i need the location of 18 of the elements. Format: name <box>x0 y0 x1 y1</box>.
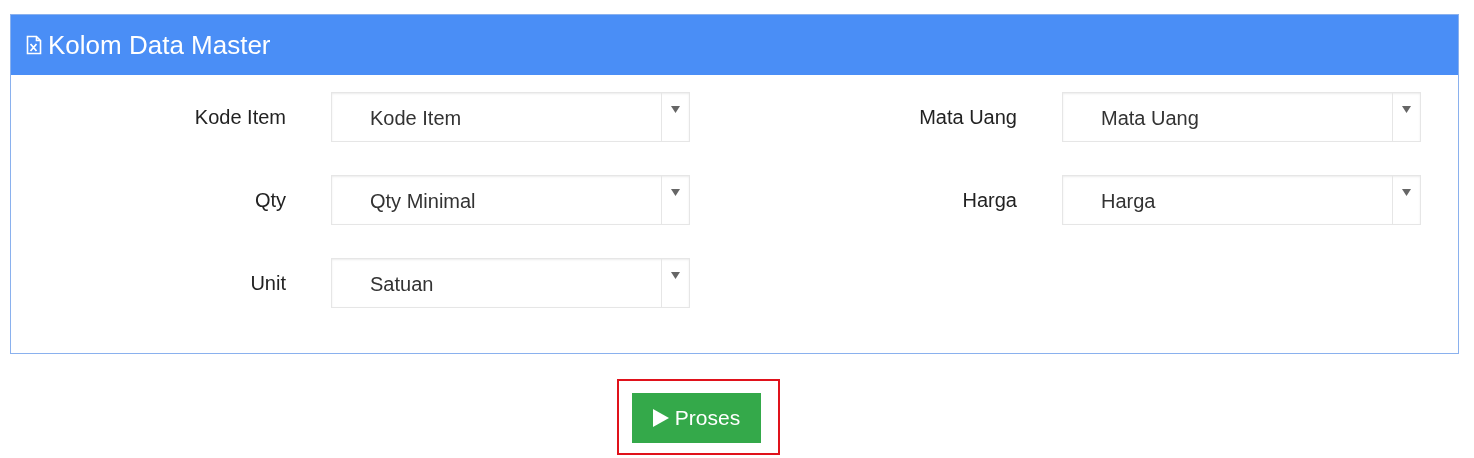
dropdown-field[interactable]: Mata Uang <box>1062 92 1421 142</box>
dropdown-field[interactable]: Kode Item <box>331 92 690 142</box>
dropdown-arrow-icon <box>671 272 680 279</box>
dropdown-arrow-icon <box>671 106 680 113</box>
play-icon <box>652 409 669 427</box>
dropdown-field[interactable]: Qty Minimal <box>331 175 690 225</box>
dropdown-field[interactable]: Satuan <box>331 258 690 308</box>
dropdown-field[interactable]: Harga <box>1062 175 1421 225</box>
dropdown-arrow-icon <box>1402 106 1411 113</box>
field-label: Qty <box>253 188 287 212</box>
field-label: Unit <box>249 271 287 295</box>
panel-title: Kolom Data Master <box>48 29 271 61</box>
field-label: Harga <box>961 188 1018 212</box>
dropdown-arrow-icon <box>1402 189 1411 196</box>
dropdown-arrow-icon <box>671 189 680 196</box>
field-label: Mata Uang <box>918 105 1018 129</box>
field-label: Kode Item <box>193 105 287 129</box>
excel-file-icon <box>26 35 42 55</box>
